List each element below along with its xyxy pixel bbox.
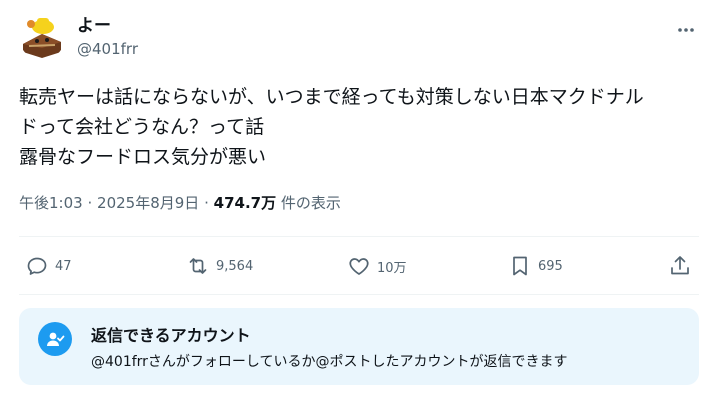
action-bar: 47 9,564 10万 695 <box>19 246 698 286</box>
reply-restriction-title: 返信できるアカウント <box>91 326 251 345</box>
bookmark-count: 695 <box>538 258 563 274</box>
like-count: 10万 <box>377 260 407 276</box>
views-label: 件の表示 <box>280 194 341 212</box>
chocolate-cake-character-avatar-icon <box>19 14 65 60</box>
avatar[interactable] <box>19 14 65 60</box>
retweet-count: 9,564 <box>216 258 254 274</box>
tweet-line: 露骨なフードロス気分が悪い <box>19 146 267 168</box>
reply-button[interactable]: 47 <box>25 246 72 286</box>
views-count: 474.7万 <box>213 194 277 212</box>
share-button[interactable] <box>668 246 692 286</box>
reply-icon <box>27 257 47 275</box>
tweet-text: 転売ヤーは話にならないが、いつまで経っても対策しない日本マクドナル ドって会社ど… <box>19 82 709 172</box>
more-dots-icon <box>678 28 694 32</box>
meta-separator: · <box>204 194 209 212</box>
retweet-button[interactable]: 9,564 <box>186 246 253 286</box>
reply-restriction-notice: 返信できるアカウント @401frrさんがフォローしているか@ポストしたアカウン… <box>19 308 699 385</box>
heart-icon <box>349 258 369 275</box>
reply-restriction-description: @401frrさんがフォローしているか@ポストしたアカウントが返信できます <box>91 354 568 370</box>
divider <box>19 236 699 237</box>
tweet-header: よー @401frr <box>19 14 698 62</box>
divider <box>19 294 699 295</box>
share-icon <box>671 256 689 275</box>
display-name[interactable]: よー <box>77 16 138 36</box>
tweet-line: ドって会社どうなん？って話 <box>19 116 265 138</box>
more-options-button[interactable] <box>674 18 698 42</box>
tweet-date: 2025年8月9日 <box>97 194 200 212</box>
mention-icon <box>38 322 72 356</box>
bookmark-button[interactable]: 695 <box>508 246 563 286</box>
timestamp-link[interactable]: 午後1:03 · 2025年8月9日 <box>19 194 199 212</box>
tweet-meta: 午後1:03 · 2025年8月9日 · 474.7万 件の表示 <box>19 192 341 214</box>
user-handle[interactable]: @401frr <box>77 39 138 59</box>
like-button[interactable]: 10万 <box>347 246 407 286</box>
tweet-time: 午後1:03 <box>19 194 83 212</box>
bookmark-icon <box>513 256 527 276</box>
meta-separator: · <box>87 194 93 212</box>
reply-count: 47 <box>55 258 72 274</box>
retweet-icon <box>189 258 207 274</box>
tweet-line: 転売ヤーは話にならないが、いつまで経っても対策しない日本マクドナル <box>19 86 644 108</box>
user-check-icon <box>47 332 65 346</box>
